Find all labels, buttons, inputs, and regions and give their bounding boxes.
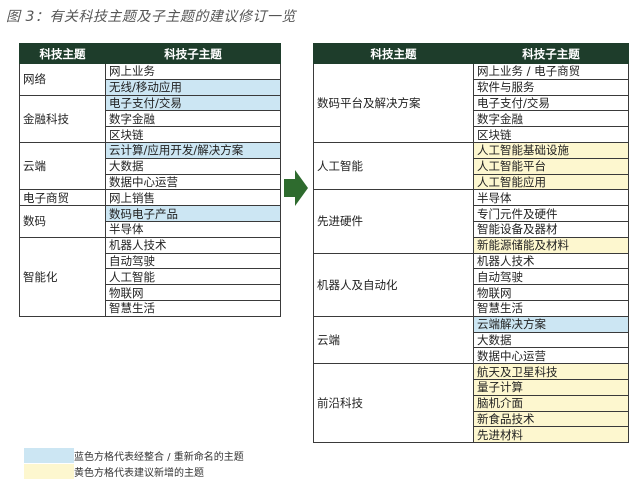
- topic-cell: 机器人及自动化: [313, 252, 474, 317]
- legend-yellow: 黄色方格代表建议新增的主题: [24, 464, 204, 479]
- subtopic-cell: 自动驾驶: [473, 268, 629, 286]
- subtopic-cell: 机器人技术: [105, 236, 281, 254]
- subtopic-cell: 区块链: [473, 126, 629, 143]
- topic-cell: 人工智能: [313, 141, 474, 191]
- topic-cell: 金融科技: [19, 94, 106, 143]
- subtopic-cell: 专门元件及硬件: [473, 205, 629, 222]
- subtopic-cell: 机器人技术: [473, 252, 629, 270]
- subtopic-cell: 智慧生活: [473, 299, 629, 317]
- table-row: 数码平台及解决方案 网上业务 / 电子商贸: [313, 63, 629, 143]
- subtopic-cell: 智慧生活: [105, 299, 281, 317]
- header-topic: 科技主题: [19, 43, 106, 64]
- table-header-row: 科技主题 科技子主题: [313, 43, 629, 64]
- table-row: 云端 云端解决方案: [313, 315, 629, 365]
- topic-cell: 电子商贸: [19, 189, 106, 207]
- figure-title: 图 3：有关科技主题及子主题的建议修订一览: [6, 9, 296, 25]
- subtopic-cell: 航天及卫星科技: [473, 363, 629, 380]
- topic-cell: 前沿科技: [313, 363, 474, 444]
- table-row: 电子商贸 网上销售: [19, 189, 281, 207]
- table-row: 网络 网上业务: [19, 63, 281, 96]
- current-topics-table: 科技主题 科技子主题 网络 网上业务 无线/移动应用 金融科技 电子支付/交易 数字金融区…: [19, 43, 281, 317]
- subtopic-cell: 数据中心运营: [105, 173, 281, 191]
- topic-cell: 云端: [19, 141, 106, 191]
- subtopic-cell: 物联网: [105, 284, 281, 301]
- subtopic-cell: 脑机介面: [473, 394, 629, 412]
- topic-cell: 数码平台及解决方案: [313, 63, 474, 143]
- subtopic-cell: 大数据: [105, 157, 281, 175]
- subtopic-cell: 半导体: [105, 220, 281, 238]
- subtopic-cell: 电子支付/交易: [473, 94, 629, 112]
- legend-blue: 蓝色方格代表经整合 / 重新命名的主题: [24, 448, 244, 463]
- subtopic-cell: 软件与服务: [473, 78, 629, 96]
- subtopic-cell: 网上业务 / 电子商贸: [473, 63, 629, 80]
- subtopic-cell: 智能设备及器材: [473, 220, 629, 238]
- subtopic-cell: 云计算/应用开发/解决方案: [105, 141, 281, 159]
- right-arrow-icon: [284, 170, 308, 206]
- subtopic-cell: 区块链: [105, 126, 281, 143]
- subtopic-cell: 半导体: [473, 189, 629, 207]
- table-row: 云端 云计算/应用开发/解决方案: [19, 141, 281, 191]
- topic-cell: 网络: [19, 63, 106, 96]
- subtopic-cell: 自动驾驶: [105, 252, 281, 270]
- header-topic: 科技主题: [313, 43, 474, 64]
- legend-blue-label: 蓝色方格代表经整合 / 重新命名的主题: [74, 452, 244, 463]
- table-row: 人工智能 人工智能基础设施: [313, 141, 629, 191]
- subtopic-cell: 量子计算: [473, 378, 629, 396]
- legend-yellow-swatch: [24, 464, 74, 479]
- subtopic-cell: 网上业务: [105, 63, 281, 80]
- subtopic-cell: 先进材料: [473, 426, 629, 444]
- subtopic-cell: 新食品技术: [473, 410, 629, 428]
- subtopic-cell: 人工智能应用: [473, 173, 629, 191]
- legend-yellow-label: 黄色方格代表建议新增的主题: [74, 468, 204, 479]
- subtopic-cell: 物联网: [473, 284, 629, 301]
- header-subtopic: 科技子主题: [105, 43, 281, 64]
- subtopic-cell: 网上销售: [105, 189, 281, 207]
- subtopic-cell: 大数据: [473, 331, 629, 349]
- table-row: 智能化 机器人技术: [19, 236, 281, 317]
- table-row: 数码 数码电子产品: [19, 205, 281, 238]
- table-row: 机器人及自动化 机器人技术: [313, 252, 629, 317]
- subtopic-cell: 新能源储能及材料: [473, 236, 629, 254]
- subtopic-cell: 无线/移动应用: [105, 78, 281, 96]
- subtopic-cell: 数码电子产品: [105, 205, 281, 222]
- subtopic-cell: 人工智能基础设施: [473, 141, 629, 159]
- topic-cell: 智能化: [19, 236, 106, 317]
- subtopic-cell: 人工智能平台: [473, 157, 629, 175]
- table-row: 金融科技 电子支付/交易: [19, 94, 281, 143]
- header-subtopic: 科技子主题: [473, 43, 629, 64]
- subtopic-cell: 电子支付/交易: [105, 94, 281, 112]
- topic-cell: 先进硬件: [313, 189, 474, 254]
- subtopic-cell: 数据中心运营: [473, 347, 629, 365]
- topic-cell: 数码: [19, 205, 106, 238]
- subtopic-cell: 数字金融: [473, 110, 629, 128]
- subtopic-cell: 云端解决方案: [473, 315, 629, 333]
- topic-cell: 云端: [313, 315, 474, 365]
- subtopic-cell: 人工智能: [105, 268, 281, 286]
- table-header-row: 科技主题 科技子主题: [19, 43, 281, 64]
- table-row: 先进硬件 半导体: [313, 189, 629, 254]
- table-row: 前沿科技 航天及卫星科技: [313, 363, 629, 444]
- legend-blue-swatch: [24, 448, 74, 463]
- subtopic-cell: 数字金融: [105, 110, 281, 128]
- revised-topics-table: 科技主题 科技子主题 数码平台及解决方案 网上业务 / 电子商贸 软件与服务 电子支付…: [313, 43, 629, 444]
